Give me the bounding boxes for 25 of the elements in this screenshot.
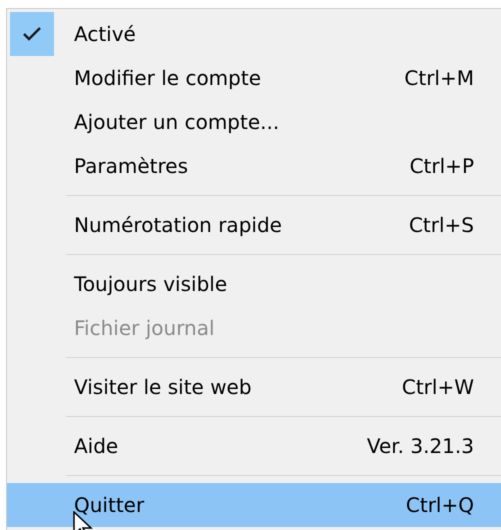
menu-item[interactable]: Paramètres Ctrl+P bbox=[7, 144, 501, 188]
menu-item-label: Toujours visible bbox=[74, 274, 228, 294]
shortcut-label: Ver. 3.21.3 bbox=[366, 433, 475, 460]
menu-item[interactable]: Numérotation rapide Ctrl+S bbox=[7, 203, 501, 247]
menu-item-label: Paramètres bbox=[74, 156, 188, 176]
shortcut-label: Ctrl+Q bbox=[406, 492, 475, 519]
shortcut-label: Ctrl+P bbox=[410, 153, 475, 180]
menu-item-label: Activé bbox=[74, 24, 136, 44]
menu-item-label: Quitter bbox=[74, 495, 144, 515]
shortcut-label: Ctrl+W bbox=[402, 374, 475, 401]
menu-item-label: Fichier journal bbox=[74, 318, 215, 338]
shortcut-label: Ctrl+S bbox=[408, 212, 475, 239]
menu-item-label: Visiter le site web bbox=[74, 377, 252, 397]
menu-item[interactable]: Aide Ver. 3.21.3 bbox=[7, 424, 501, 468]
menu-item[interactable]: Visiter le site web Ctrl+W bbox=[7, 365, 501, 409]
menu-item-label: Aide bbox=[74, 436, 118, 456]
menu-item[interactable]: Ajouter un compte... bbox=[7, 100, 501, 144]
menu-item-label: Numérotation rapide bbox=[74, 215, 282, 235]
menu-item[interactable]: Quitter Ctrl+Q bbox=[7, 483, 501, 527]
shortcut-label: Ctrl+M bbox=[404, 65, 475, 92]
menu-item[interactable]: Modifier le compte Ctrl+M bbox=[7, 56, 501, 100]
menu-item[interactable]: Toujours visible bbox=[7, 262, 501, 306]
menu-item-label: Ajouter un compte... bbox=[74, 112, 280, 132]
menu-item-label: Modifier le compte bbox=[74, 68, 262, 88]
menu-item[interactable]: Activé bbox=[7, 12, 501, 56]
